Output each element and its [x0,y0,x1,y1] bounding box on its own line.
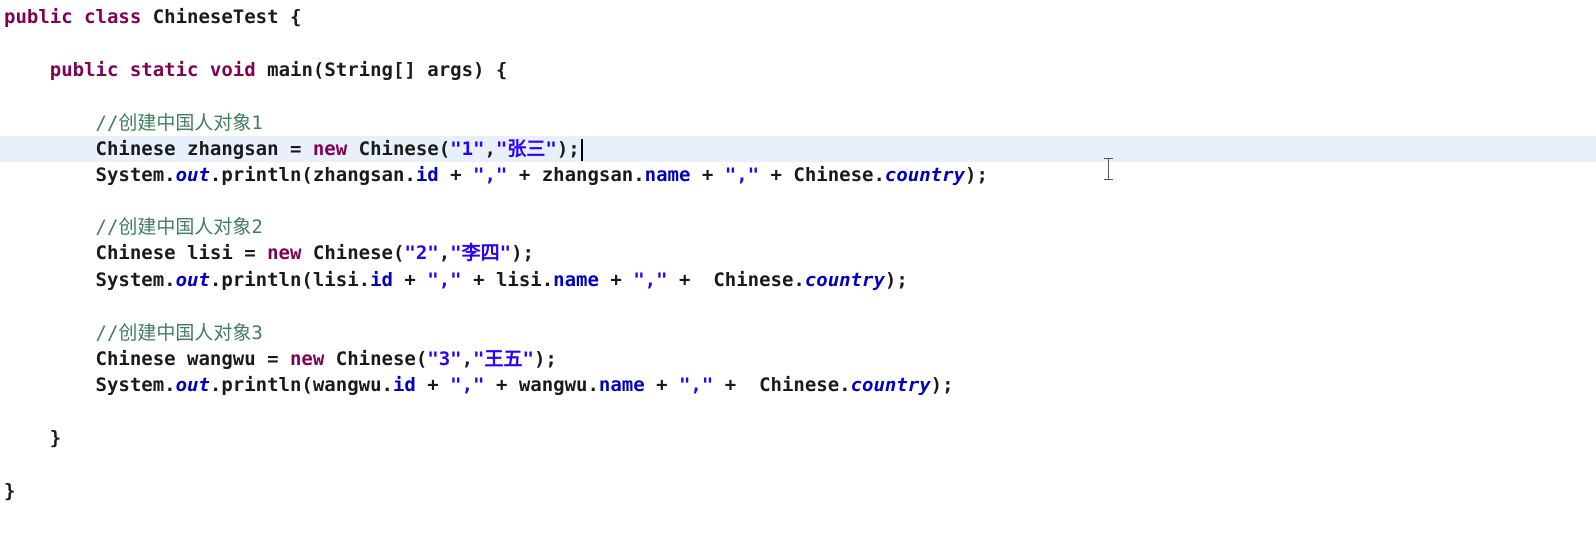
code-line[interactable]: public static void main(String[] args) { [0,57,1596,83]
code-token-plain: System. [4,269,176,291]
code-token-str: "," [724,164,760,186]
code-line[interactable] [0,293,1596,319]
i-beam-cursor-icon [1104,158,1114,180]
code-token-kw: new [267,242,313,264]
code-token-plain: + lisi. [461,269,554,291]
code-token-plain: ); [965,164,988,186]
code-token-plain: } [4,480,16,502]
code-token-plain: + Chinese. [713,374,851,396]
code-token-plain: , [484,138,496,160]
code-line[interactable]: //创建中国人对象2 [0,214,1596,240]
code-token-field: id [370,269,393,291]
code-token-plain: ); [511,242,534,264]
code-token-plain: Chinese( [312,242,405,264]
code-token-comment: //创建中国人对象2 [95,216,263,238]
code-line[interactable]: public class ChineseTest { [0,4,1596,30]
code-token-kw: new [312,138,359,160]
code-token-plain: } [4,427,62,449]
code-token-str: "3" [427,348,462,370]
code-token-kw: void [209,59,268,81]
code-line[interactable]: } [0,425,1596,451]
code-token-static: country [804,269,885,291]
code-token-kw: class [84,6,153,28]
code-line[interactable] [0,188,1596,214]
code-line[interactable] [0,83,1596,109]
code-token-str: "," [450,374,485,396]
code-token-plain: .println(zhangsan. [209,164,416,186]
code-token-plain: + [392,269,428,291]
code-token-plain: + [598,269,634,291]
code-token-str: "2" [404,242,439,264]
code-token-kw: static [129,59,210,81]
code-token-plain: .println(lisi. [209,269,371,291]
code-token-plain: + wangwu. [484,374,599,396]
code-token-static: out [175,374,210,396]
code-line[interactable] [0,398,1596,424]
code-token-plain: ChineseTest { [152,6,302,28]
code-token-plain: Chinese wangwu = [4,348,290,370]
code-token-str: "1" [450,138,485,160]
code-token-plain: + zhangsan. [507,164,645,186]
code-token-comment: //创建中国人对象3 [95,322,263,344]
code-line[interactable]: System.out.println(lisi.id + "," + lisi.… [0,267,1596,293]
code-token-field: name [644,164,691,186]
code-token-str: "," [633,269,668,291]
code-token-plain: System. [4,374,176,396]
code-token-static: country [850,374,931,396]
code-token-plain: Chinese zhangsan = [4,138,313,160]
code-line[interactable]: //创建中国人对象3 [0,320,1596,346]
code-token-static: out [175,269,210,291]
code-token-str: "," [678,374,714,396]
code-token-str: "王五" [473,348,534,370]
code-token-plain: + [415,374,451,396]
code-token-plain: ); [884,269,908,291]
code-line[interactable]: //创建中国人对象1 [0,110,1596,136]
code-line[interactable]: } [0,478,1596,504]
code-token-plain: System. [4,164,176,186]
code-token-plain: ); [556,138,580,160]
code-line[interactable]: Chinese wangwu = new Chinese("3","王五"); [0,346,1596,372]
code-line-current[interactable]: Chinese zhangsan = new Chinese("1","张三")… [0,136,1596,162]
code-token-str: "张三" [495,138,557,160]
code-token-plain: ); [533,348,557,370]
code-line[interactable] [0,30,1596,56]
code-token-plain: + [644,374,679,396]
text-caret-icon [580,138,583,161]
code-token-plain: + Chinese. [667,269,805,291]
code-token-plain: main(String[] args) { [267,59,508,81]
code-token-static: out [175,164,210,186]
code-token-plain: Chinese lisi = [4,242,268,264]
code-line[interactable] [0,451,1596,477]
code-line[interactable]: Chinese lisi = new Chinese("2","李四"); [0,240,1596,266]
code-token-str: "李四" [450,242,512,264]
code-token-field: id [392,374,416,396]
code-token-plain: Chinese( [358,138,451,160]
code-token-str: "," [427,269,462,291]
code-token-comment: //创建中国人对象1 [95,112,263,134]
code-line[interactable]: System.out.println(zhangsan.id + "," + z… [0,162,1596,188]
code-token-field: name [553,269,599,291]
code-token-kw: public [4,6,85,28]
code-token-field: id [415,164,439,186]
code-token-kw: public [49,59,130,81]
code-token-plain: ); [930,374,954,396]
code-token-static: country [884,164,965,186]
code-token-plain: , [461,348,474,370]
code-editor[interactable]: public class ChineseTest { public static… [0,0,1596,538]
code-line[interactable]: System.out.println(wangwu.id + "," + wan… [0,372,1596,398]
code-token-plain: + [690,164,725,186]
code-token-plain: .println(wangwu. [209,374,393,396]
code-token-str: "," [473,164,508,186]
code-token-plain: Chinese( [335,348,428,370]
code-token-plain: + [438,164,474,186]
code-token-plain: + Chinese. [759,164,885,186]
code-token-kw: new [289,348,336,370]
code-token-field: name [598,374,645,396]
code-token-plain: , [438,242,451,264]
